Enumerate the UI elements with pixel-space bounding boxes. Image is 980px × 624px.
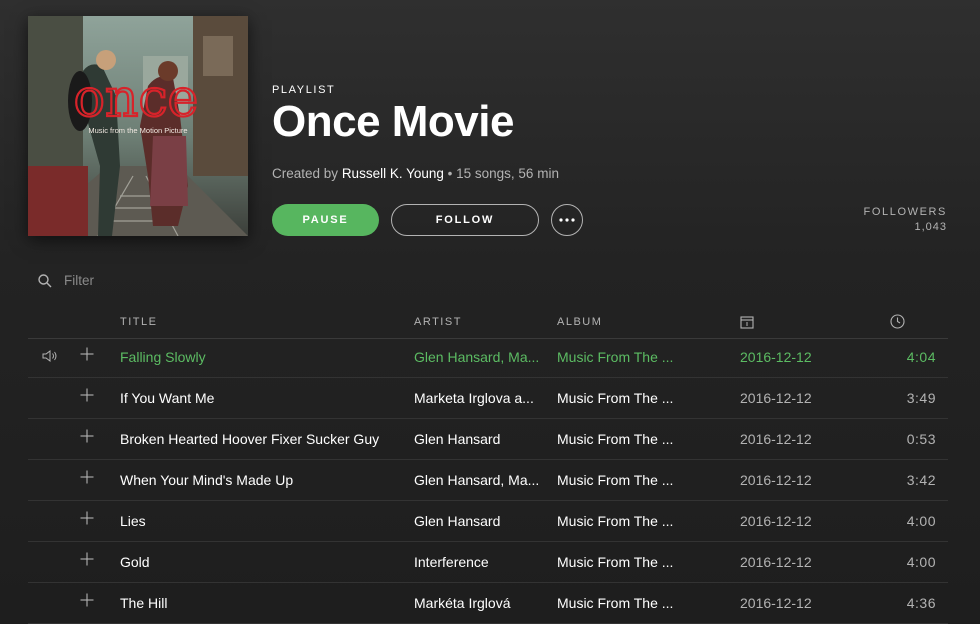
column-artist[interactable]: ARTIST (414, 316, 462, 328)
track-row[interactable]: The Hill Markéta Irglová Music From The ..… (28, 583, 948, 624)
track-row[interactable]: Falling Slowly Glen Hansard, Ma... Music F… (28, 337, 948, 378)
track-title: When Your Mind's Made Up (120, 472, 294, 488)
playlist-header: PLAYLIST Once Movie Created by Russell K… (272, 84, 559, 181)
track-duration: 3:42 (906, 472, 936, 488)
track-row[interactable]: Gold Interference Music From The ... 2016-1… (28, 542, 948, 583)
track-duration: 4:36 (906, 595, 936, 611)
track-title: Broken Hearted Hoover Fixer Sucker Guy (120, 431, 380, 447)
track-album[interactable]: Music From The ... (557, 349, 682, 365)
playlist-stats: • 15 songs, 56 min (447, 166, 559, 181)
cover-image: once Music from the Motion Picture (28, 16, 248, 236)
track-title: The Hill (120, 595, 168, 611)
follow-button[interactable]: FOLLOW (391, 204, 539, 236)
tracklist-header: TITLE ARTIST ALBUM (28, 312, 948, 339)
track-artist[interactable]: Interference (414, 554, 546, 570)
more-options-button[interactable] (551, 204, 583, 236)
track-artist[interactable]: Glen Hansard, Ma... (414, 349, 546, 365)
followers-label: FOLLOWERS (863, 206, 947, 218)
cover-title-art: once (74, 69, 199, 129)
track-row[interactable]: Lies Glen Hansard Music From The ... 2016-1… (28, 501, 948, 542)
track-duration: 0:53 (906, 431, 936, 447)
add-icon[interactable] (80, 347, 94, 361)
track-duration: 4:00 (906, 554, 936, 570)
column-album[interactable]: ALBUM (557, 316, 602, 328)
track-row[interactable]: Broken Hearted Hoover Fixer Sucker Guy Gl… (28, 419, 948, 460)
filter-box (38, 272, 266, 289)
track-date-added: 2016-12-12 (740, 472, 812, 488)
track-album[interactable]: Music From The ... (557, 431, 682, 447)
followers-count: 1,043 (914, 221, 947, 233)
track-artist[interactable]: Markéta Irglová (414, 595, 546, 611)
track-artist[interactable]: Glen Hansard (414, 513, 546, 529)
owner-link[interactable]: Russell K. Young (342, 166, 444, 181)
track-date-added: 2016-12-12 (740, 349, 812, 365)
playlist-title: Once Movie (272, 97, 514, 146)
playlist-actions: PAUSE FOLLOW (272, 204, 583, 236)
speaker-icon (42, 350, 57, 362)
track-date-added: 2016-12-12 (740, 390, 812, 406)
track-album[interactable]: Music From The ... (557, 390, 682, 406)
calendar-icon[interactable] (740, 315, 754, 329)
add-icon[interactable] (80, 388, 94, 402)
cover-subtitle-art: Music from the Motion Picture (88, 126, 187, 135)
track-album[interactable]: Music From The ... (557, 472, 682, 488)
track-duration: 4:04 (906, 349, 936, 365)
track-duration: 3:49 (906, 390, 936, 406)
add-icon[interactable] (80, 593, 94, 607)
track-artist[interactable]: Marketa Irglova a... (414, 390, 546, 406)
track-date-added: 2016-12-12 (740, 431, 812, 447)
track-title: Gold (120, 554, 150, 570)
clock-icon[interactable] (890, 314, 905, 329)
add-icon[interactable] (80, 511, 94, 525)
track-date-added: 2016-12-12 (740, 554, 812, 570)
track-date-added: 2016-12-12 (740, 513, 812, 529)
add-icon[interactable] (80, 470, 94, 484)
filter-input[interactable] (62, 272, 266, 289)
track-album[interactable]: Music From The ... (557, 554, 682, 570)
track-title: Lies (120, 513, 146, 529)
followers-counter: FOLLOWERS 1,043 (864, 206, 947, 233)
playlist-cover-art[interactable]: once Music from the Motion Picture (28, 16, 248, 236)
track-date-added: 2016-12-12 (740, 595, 812, 611)
track-album[interactable]: Music From The ... (557, 513, 682, 529)
column-title[interactable]: TITLE (120, 316, 157, 328)
created-by-label: Created by (272, 166, 339, 181)
add-icon[interactable] (80, 429, 94, 443)
track-artist[interactable]: Glen Hansard (414, 431, 546, 447)
tracklist: Falling Slowly Glen Hansard, Ma... Music F… (28, 337, 948, 624)
playlist-kind: PLAYLIST (272, 84, 336, 96)
track-row[interactable]: If You Want Me Marketa Irglova a... Music … (28, 378, 948, 419)
track-duration: 4:00 (906, 513, 936, 529)
track-title: Falling Slowly (120, 349, 206, 365)
pause-button[interactable]: PAUSE (272, 204, 379, 236)
playlist-byline: Created by Russell K. Young • 15 songs, … (272, 166, 559, 181)
track-album[interactable]: Music From The ... (557, 595, 682, 611)
add-icon[interactable] (80, 552, 94, 566)
ellipsis-icon (559, 218, 575, 222)
track-row[interactable]: When Your Mind's Made Up Glen Hansard, Ma… (28, 460, 948, 501)
track-artist[interactable]: Glen Hansard, Ma... (414, 472, 546, 488)
search-icon (38, 273, 52, 287)
track-title: If You Want Me (120, 390, 215, 406)
